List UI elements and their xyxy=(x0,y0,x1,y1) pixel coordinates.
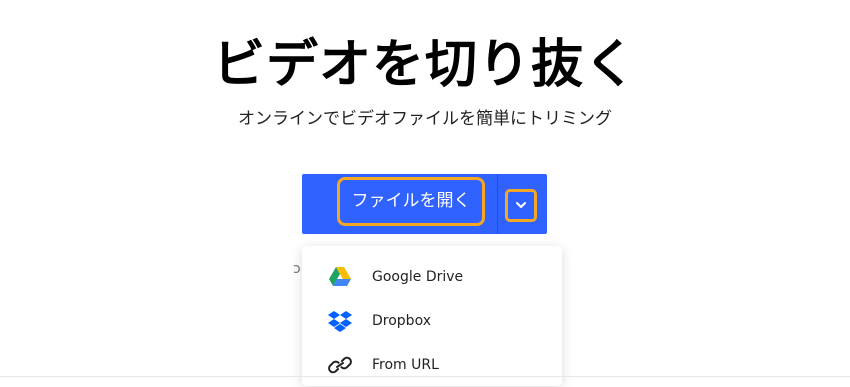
menu-item-label: Google Drive xyxy=(372,269,464,285)
chevron-down-icon xyxy=(516,202,526,208)
google-drive-icon xyxy=(329,267,351,286)
menu-item-label: From URL xyxy=(372,357,439,373)
open-file-button-group: ファイルを開く xyxy=(302,174,547,234)
partially-hidden-text: ↄ xyxy=(293,261,301,277)
dropbox-icon xyxy=(328,311,352,332)
open-options-menu: Google Drive Dropbox From URL xyxy=(302,246,562,386)
open-options-toggle[interactable] xyxy=(505,189,537,222)
open-file-button[interactable]: ファイルを開く xyxy=(337,177,485,226)
button-divider xyxy=(497,174,498,234)
link-icon xyxy=(328,356,352,374)
page-subtitle: オンラインでビデオファイルを簡単にトリミング xyxy=(238,109,612,129)
page-title: ビデオを切り抜く xyxy=(212,35,637,95)
menu-item-label: Dropbox xyxy=(372,313,431,329)
menu-item-dropbox[interactable]: Dropbox xyxy=(302,299,562,343)
menu-item-from-url[interactable]: From URL xyxy=(302,343,562,387)
menu-item-google-drive[interactable]: Google Drive xyxy=(302,255,562,299)
